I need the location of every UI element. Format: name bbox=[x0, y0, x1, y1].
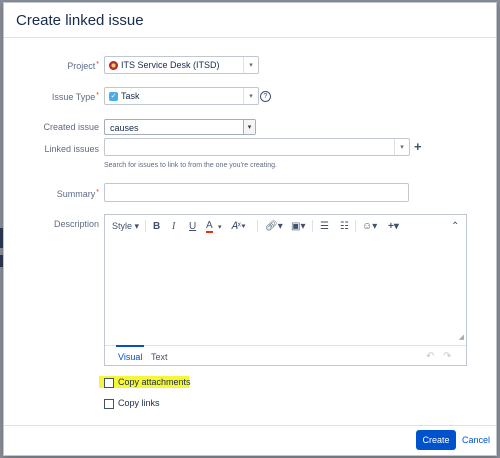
chevron-down-icon: ▾ bbox=[243, 120, 255, 134]
issue-type-label: Issue Type* bbox=[51, 92, 99, 102]
toolbar-divider bbox=[355, 220, 356, 232]
toolbar-divider bbox=[257, 220, 258, 232]
copy-links-label: Copy links bbox=[118, 398, 160, 408]
description-label: Description bbox=[53, 219, 99, 229]
linked-issues-label: Linked issues bbox=[44, 144, 99, 154]
cancel-button[interactable]: Cancel bbox=[462, 435, 490, 445]
emoji-icon[interactable]: ☺▾ bbox=[362, 221, 377, 232]
task-icon: ✓ bbox=[109, 92, 118, 101]
editor-toolbar: Style ▾ B I U A ▾ 𝐴ˣ▾ 🔗︎▾ ▣▾ ☰ ☷ ☺▾ +▾ ⌃ bbox=[105, 215, 466, 237]
copy-links-checkbox[interactable] bbox=[104, 398, 114, 409]
help-icon[interactable]: ? bbox=[260, 91, 271, 102]
copy-attachments-option[interactable]: Copy attachments bbox=[104, 377, 191, 388]
created-issue-label: Created issue bbox=[43, 122, 99, 132]
link-type-select[interactable]: causes ▾ bbox=[104, 119, 256, 135]
collapse-toolbar-icon[interactable]: ⌃ bbox=[451, 221, 459, 232]
description-editor: Style ▾ B I U A ▾ 𝐴ˣ▾ 🔗︎▾ ▣▾ ☰ ☷ ☺▾ +▾ ⌃… bbox=[104, 214, 467, 366]
chevron-down-icon: ▾ bbox=[243, 88, 258, 104]
copy-attachments-checkbox[interactable] bbox=[104, 377, 114, 388]
summary-label: Summary* bbox=[56, 189, 99, 199]
link-type-value: causes bbox=[110, 123, 139, 133]
add-linked-issue-icon[interactable]: + bbox=[414, 139, 422, 154]
summary-input[interactable] bbox=[104, 183, 409, 202]
numbered-list-icon[interactable]: ☷ bbox=[340, 221, 349, 232]
project-label: Project* bbox=[67, 61, 99, 71]
copy-attachments-label: Copy attachments bbox=[118, 377, 191, 387]
toolbar-divider bbox=[145, 220, 146, 232]
project-avatar-icon bbox=[109, 61, 118, 70]
issue-type-select[interactable]: ✓ Task ▾ bbox=[104, 87, 259, 105]
create-linked-issue-dialog: Create linked issue Project* ITS Service… bbox=[3, 2, 497, 456]
insert-image-icon[interactable]: ▣▾ bbox=[291, 221, 305, 232]
dialog-header: Create linked issue bbox=[4, 3, 496, 38]
chevron-down-icon: ▾ bbox=[243, 57, 258, 73]
resize-handle-icon[interactable]: ◢ bbox=[459, 333, 464, 341]
bullet-list-icon[interactable]: ☰ bbox=[320, 221, 329, 232]
dialog-title: Create linked issue bbox=[16, 12, 144, 29]
link-icon[interactable]: 🔗︎▾ bbox=[265, 221, 283, 232]
chevron-down-icon: ▾ bbox=[394, 139, 409, 155]
create-button[interactable]: Create bbox=[416, 430, 456, 450]
description-content[interactable] bbox=[109, 239, 462, 339]
copy-links-option[interactable]: Copy links bbox=[104, 398, 160, 409]
chevron-down-icon[interactable]: ▾ bbox=[218, 223, 222, 231]
text-color-button[interactable]: A bbox=[206, 221, 213, 233]
tab-text[interactable]: Text bbox=[151, 352, 168, 362]
editor-mode-tabs: Visual Text ↶ ↷ bbox=[105, 345, 466, 367]
underline-button[interactable]: U bbox=[189, 221, 196, 232]
style-dropdown[interactable]: Style ▾ bbox=[112, 221, 139, 232]
insert-more-icon[interactable]: +▾ bbox=[388, 221, 399, 232]
linked-issues-input[interactable]: ▾ bbox=[104, 138, 410, 156]
undo-icon[interactable]: ↶ bbox=[426, 351, 434, 362]
issue-type-value: Task bbox=[121, 91, 140, 101]
text-effects-icon[interactable]: 𝐴ˣ▾ bbox=[231, 221, 246, 232]
project-value: ITS Service Desk (ITSD) bbox=[121, 60, 220, 70]
linked-issues-hint: Search for issues to link to from the on… bbox=[104, 162, 277, 169]
redo-icon[interactable]: ↷ bbox=[443, 351, 451, 362]
italic-button[interactable]: I bbox=[172, 221, 175, 232]
toolbar-divider bbox=[312, 220, 313, 232]
tab-visual[interactable]: Visual bbox=[115, 345, 145, 362]
project-select[interactable]: ITS Service Desk (ITSD) ▾ bbox=[104, 56, 259, 74]
bold-button[interactable]: B bbox=[153, 221, 160, 232]
